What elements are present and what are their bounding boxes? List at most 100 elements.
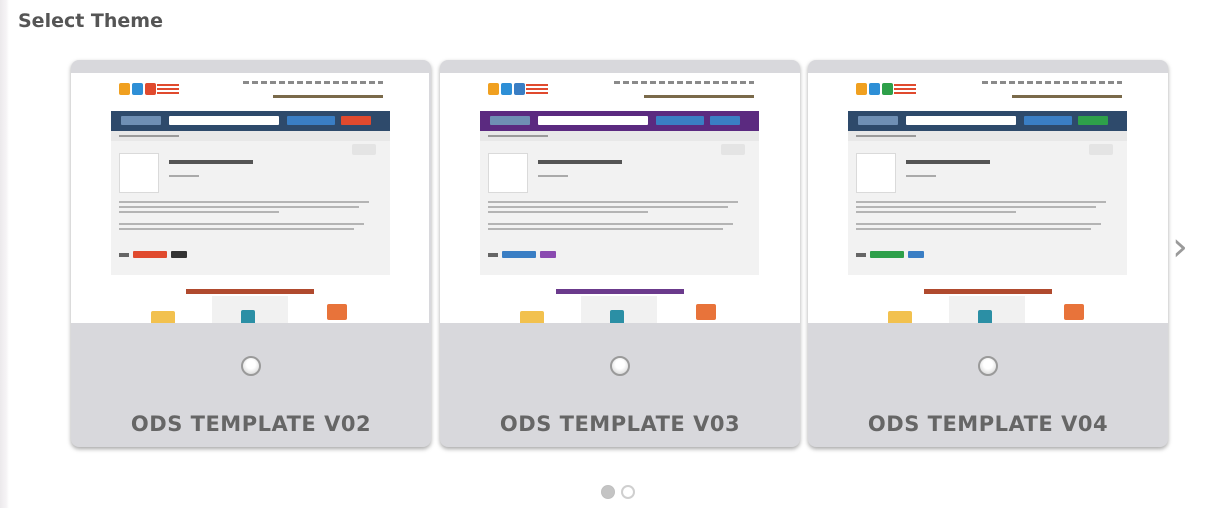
theme-radio-v03[interactable] xyxy=(610,356,630,376)
preview-top-links xyxy=(982,81,1122,84)
preview-navbar xyxy=(480,111,759,131)
preview-logo-part xyxy=(501,83,512,95)
preview-breadcrumb xyxy=(480,131,759,141)
preview-tagline xyxy=(273,95,383,98)
preview-text-line xyxy=(488,201,738,203)
template-preview-thumbnail xyxy=(440,73,800,323)
preview-logo xyxy=(119,81,179,101)
preview-post-title xyxy=(169,160,253,164)
preview-tag xyxy=(133,251,167,258)
preview-text-line xyxy=(488,206,728,208)
folder-icon xyxy=(151,311,175,323)
preview-logo-part xyxy=(157,84,179,96)
preview-text-line xyxy=(856,228,1091,230)
preview-text-line xyxy=(856,201,1106,203)
theme-card-v02[interactable]: ODS TEMPLATE V02 xyxy=(71,60,431,447)
template-preview-thumbnail xyxy=(71,73,429,323)
chevron-right-icon[interactable]: › xyxy=(1172,227,1200,267)
theme-card-v03[interactable]: ODS TEMPLATE V03 xyxy=(440,60,800,447)
preview-like-button xyxy=(352,144,376,155)
preview-logo-part xyxy=(869,83,880,95)
document-icon xyxy=(978,310,992,323)
carousel-page-dot-2[interactable] xyxy=(621,485,635,499)
preview-nav-item xyxy=(341,116,371,125)
preview-avatar xyxy=(856,153,896,193)
preview-logo-part xyxy=(882,83,893,95)
preview-tagline xyxy=(644,95,754,98)
preview-tag xyxy=(171,251,187,258)
preview-tag xyxy=(502,251,536,258)
preview-logo-part xyxy=(894,84,916,96)
preview-nav-item xyxy=(656,116,704,125)
preview-nav-item xyxy=(169,116,279,125)
preview-navbar xyxy=(848,111,1127,131)
preview-tags-label xyxy=(119,253,129,257)
preview-nav-item xyxy=(1078,116,1108,125)
theme-label: ODS TEMPLATE V02 xyxy=(130,412,372,436)
preview-tags-label xyxy=(856,253,866,257)
preview-logo-part xyxy=(145,83,156,95)
preview-text-line xyxy=(856,223,1101,225)
preview-top-links xyxy=(614,81,754,84)
preview-post-title xyxy=(906,160,990,164)
document-icon xyxy=(241,310,255,323)
preview-tag xyxy=(540,251,556,258)
preview-text-line xyxy=(856,211,1016,213)
template-preview-thumbnail xyxy=(808,73,1168,323)
preview-tag xyxy=(870,251,904,258)
stack-icon xyxy=(1064,304,1084,320)
preview-logo-part xyxy=(132,83,143,95)
preview-logo-part xyxy=(526,84,548,96)
theme-label: ODS TEMPLATE V03 xyxy=(499,412,741,436)
preview-text-line xyxy=(488,211,648,213)
preview-like-button xyxy=(1089,144,1113,155)
preview-avatar xyxy=(119,153,159,193)
preview-post-meta xyxy=(538,175,568,177)
folder-icon xyxy=(888,311,912,323)
preview-logo xyxy=(488,81,548,101)
preview-logo-part xyxy=(514,83,525,95)
preview-top-links xyxy=(243,81,383,84)
stack-icon xyxy=(696,304,716,320)
preview-nav-item xyxy=(121,116,161,125)
preview-nav-item xyxy=(710,116,740,125)
preview-nav-item xyxy=(1024,116,1072,125)
preview-avatar xyxy=(488,153,528,193)
preview-logo-part xyxy=(856,83,867,95)
theme-radio-v02[interactable] xyxy=(241,356,261,376)
preview-text-line xyxy=(488,228,723,230)
theme-label: ODS TEMPLATE V04 xyxy=(867,412,1109,436)
folder-icon xyxy=(520,311,544,323)
preview-nav-item xyxy=(287,116,335,125)
preview-text-line xyxy=(119,206,359,208)
preview-tags-label xyxy=(488,253,498,257)
carousel-page-dot-1[interactable] xyxy=(601,485,615,499)
theme-card-v04[interactable]: ODS TEMPLATE V04 xyxy=(808,60,1168,447)
preview-nav-item xyxy=(490,116,530,125)
preview-content xyxy=(111,141,390,275)
theme-radio-v04[interactable] xyxy=(978,356,998,376)
preview-text-line xyxy=(119,228,354,230)
preview-breadcrumb xyxy=(111,131,390,141)
document-icon xyxy=(610,310,624,323)
preview-logo-part xyxy=(488,83,499,95)
preview-text-line xyxy=(119,201,369,203)
stack-icon xyxy=(327,304,347,320)
preview-post-title xyxy=(538,160,622,164)
preview-tagline xyxy=(1012,95,1122,98)
preview-breadcrumb xyxy=(848,131,1127,141)
preview-text-line xyxy=(119,211,279,213)
preview-logo xyxy=(856,81,916,101)
preview-text-line xyxy=(488,223,733,225)
preview-logo-part xyxy=(119,83,130,95)
preview-content xyxy=(848,141,1127,275)
preview-nav-item xyxy=(906,116,1016,125)
preview-like-button xyxy=(721,144,745,155)
theme-carousel: ODS TEMPLATE V02 ODS TEMPLATE V03 ODS TE… xyxy=(0,0,1208,508)
preview-nav-item xyxy=(858,116,898,125)
preview-tag xyxy=(908,251,924,258)
preview-nav-item xyxy=(538,116,648,125)
preview-post-meta xyxy=(169,175,199,177)
preview-post-meta xyxy=(906,175,936,177)
preview-navbar xyxy=(111,111,390,131)
